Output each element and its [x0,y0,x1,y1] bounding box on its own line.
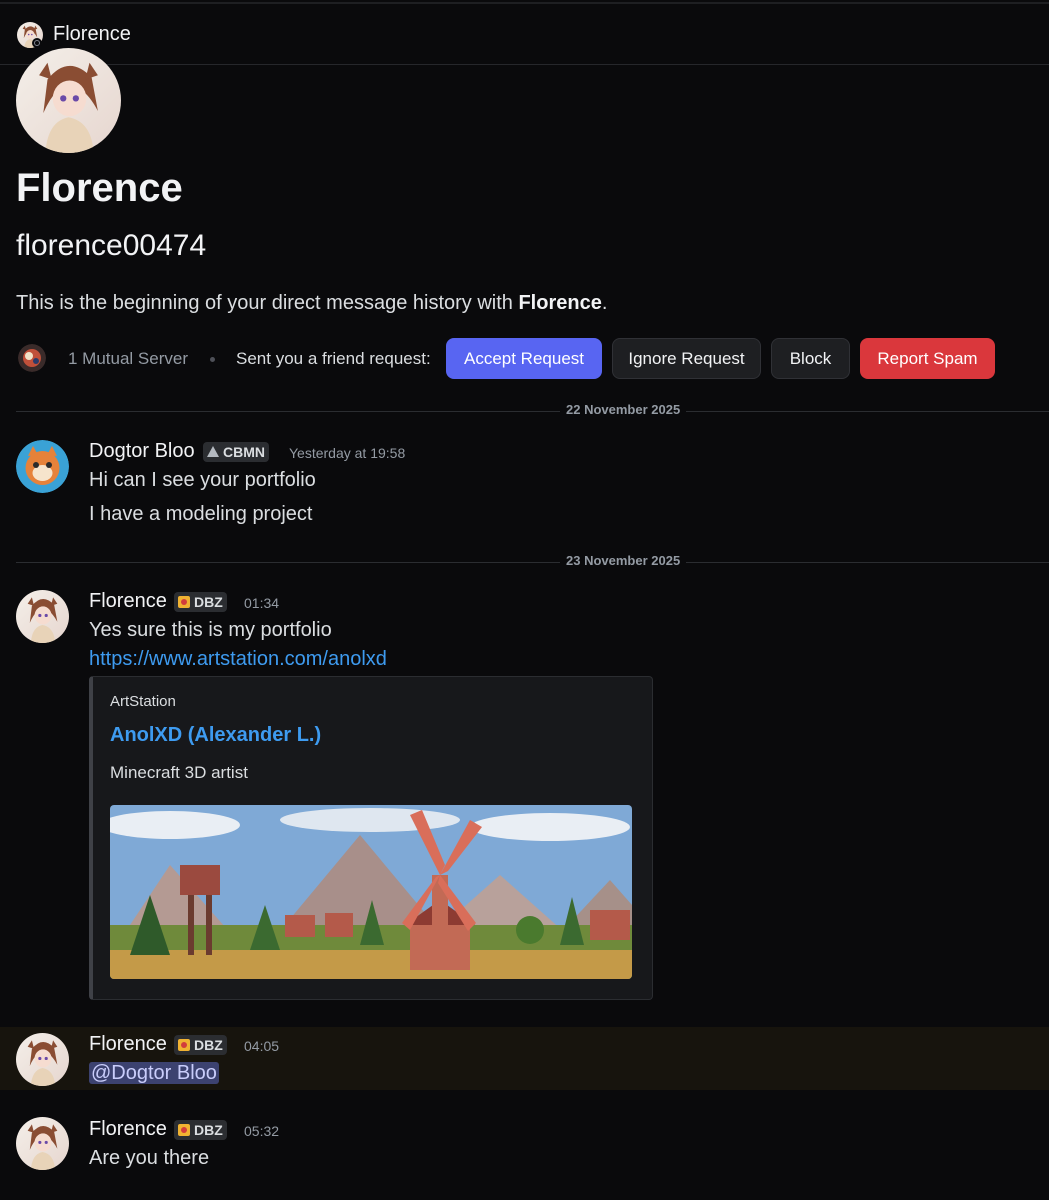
ignore-request-button[interactable]: Ignore Request [612,338,761,379]
message-text: Are you there [89,1147,210,1169]
separator-dot [210,357,215,362]
tag-icon [178,1124,190,1136]
report-spam-button[interactable]: Report Spam [860,338,995,379]
date-divider-label: 23 November 2025 [560,553,687,568]
message-text: Yes sure this is my portfolio [89,619,332,641]
server-tag[interactable]: DBZ [174,1035,227,1055]
link-embed: ArtStation AnolXD (Alexander L.) Minecra… [89,676,653,1000]
message-timestamp[interactable]: 04:05 [244,1038,279,1054]
message-text: Hi can I see your portfolio [89,469,316,491]
date-divider: 22 November 2025 [16,402,1049,417]
message-author[interactable]: Florence [89,1118,167,1141]
server-tag[interactable]: CBMN [203,442,269,462]
server-tag[interactable]: DBZ [174,592,227,612]
date-divider-label: 22 November 2025 [560,402,687,417]
tag-label: CBMN [223,444,265,460]
avatar[interactable] [16,1033,69,1086]
date-divider: 23 November 2025 [16,553,1049,568]
friend-request-label: Sent you a friend request: [236,349,431,368]
server-tag[interactable]: DBZ [174,1120,227,1140]
intro-suffix: . [601,292,608,314]
embed-image[interactable] [110,805,632,979]
tag-label: DBZ [194,1037,223,1053]
message-timestamp[interactable]: 01:34 [244,595,279,611]
embed-description: Minecraft 3D artist [110,763,248,782]
mutual-server-count[interactable]: 1 Mutual Server [68,349,188,369]
block-button[interactable]: Block [771,338,850,379]
tag-label: DBZ [194,1122,223,1138]
avatar[interactable] [16,440,69,493]
message-author[interactable]: Florence [89,1033,167,1056]
message-timestamp[interactable]: 05:32 [244,1123,279,1139]
dm-header: Florence [0,4,1049,65]
profile-display-name: Florence [16,166,183,210]
message-author[interactable]: Dogtor Bloo [89,440,195,463]
tag-icon [207,446,219,457]
intro-name: Florence [518,292,602,314]
header-username[interactable]: Florence [53,23,131,46]
accept-request-button[interactable]: Accept Request [446,338,602,379]
intro-prefix: This is the beginning of your direct mes… [16,292,519,314]
profile-username: florence00474 [16,229,207,262]
avatar[interactable] [16,590,69,643]
status-offline-icon [32,38,42,48]
message-author[interactable]: Florence [89,590,167,613]
user-mention[interactable]: @Dogtor Bloo [89,1062,219,1084]
portfolio-link[interactable]: https://www.artstation.com/anolxd [89,648,387,671]
message-text: I have a modeling project [89,503,313,525]
message-text: @Dogtor Bloo [89,1062,219,1085]
message-timestamp[interactable]: Yesterday at 19:58 [289,445,405,461]
profile-avatar[interactable] [16,48,121,153]
tag-icon [178,596,190,608]
embed-provider[interactable]: ArtStation [110,693,176,710]
embed-title[interactable]: AnolXD (Alexander L.) [110,724,321,747]
tag-label: DBZ [194,594,223,610]
avatar[interactable] [16,1117,69,1170]
dm-intro-text: This is the beginning of your direct mes… [16,292,607,315]
friend-request-bar: 1 Mutual Server Sent you a friend reques… [16,338,1036,380]
mutual-server-icon[interactable] [18,344,46,372]
tag-icon [178,1039,190,1051]
